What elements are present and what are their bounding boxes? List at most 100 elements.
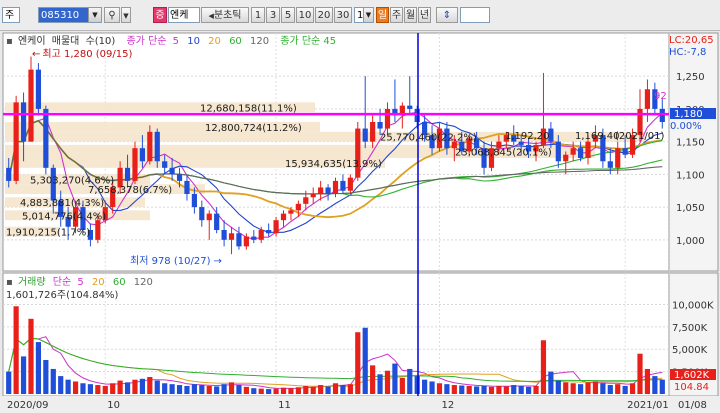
- volume-bar: [607, 385, 613, 394]
- volume-bar: [6, 371, 12, 394]
- volume-bar: [577, 384, 584, 394]
- tab-3[interactable]: 3: [266, 7, 280, 23]
- volume-bar: [87, 384, 94, 394]
- tab-label: 5: [284, 10, 292, 21]
- time-tick-label: 10: [107, 400, 120, 411]
- search-dropdown-button[interactable]: ▼: [121, 7, 131, 23]
- legend-ma5: 5: [173, 36, 179, 47]
- candle-body: [414, 108, 420, 122]
- legend-volume-title: 거래량: [18, 276, 46, 288]
- tab-year[interactable]: 년: [418, 7, 431, 23]
- legend-ma60: 60: [229, 36, 242, 47]
- code-input[interactable]: 085310 ▼: [38, 7, 102, 23]
- tab-10[interactable]: 10: [296, 7, 314, 23]
- tab-tick[interactable]: ◀분초틱: [201, 7, 249, 23]
- volume-bar: [95, 385, 101, 394]
- volume-bar: [459, 385, 465, 394]
- lc-info: LC:20,65: [669, 35, 714, 46]
- high-marker: ← 최고 1,280 (09/15): [32, 48, 132, 60]
- tab-30[interactable]: 30: [334, 7, 352, 23]
- volume-bar: [474, 386, 480, 394]
- volume-tick-label: 5,000K: [672, 345, 708, 356]
- candle-body: [644, 89, 651, 109]
- volume-bar: [563, 382, 569, 394]
- candle-body: [6, 167, 12, 181]
- volume-bar: [644, 368, 651, 394]
- candle-body: [355, 128, 361, 178]
- price-tick-label: 1,100: [676, 170, 705, 181]
- tab-label: 3: [269, 10, 277, 21]
- candle-body: [384, 108, 391, 129]
- price-tick-label: 1,000: [676, 236, 705, 247]
- volume-bar: [258, 388, 264, 394]
- count-input[interactable]: [460, 7, 490, 23]
- candle-body: [228, 233, 235, 240]
- volume-bar: [50, 368, 56, 394]
- candle-body: [169, 167, 175, 175]
- candle-body: [615, 148, 621, 168]
- chevron-down-icon[interactable]: ▼: [88, 8, 101, 22]
- candle-body: [362, 128, 368, 142]
- market-select[interactable]: 주: [2, 7, 20, 23]
- price-tick-label: 1,250: [676, 72, 705, 83]
- volume-bar: [251, 388, 257, 394]
- price-tick-label: 1,050: [676, 203, 705, 214]
- volume-bar: [347, 384, 353, 394]
- legend-stock: 엔케이: [18, 35, 46, 47]
- candle-body: [295, 203, 301, 211]
- volume-bar: [169, 384, 175, 394]
- volume-bar: [191, 384, 197, 394]
- candle-body: [273, 220, 279, 234]
- tab-day[interactable]: 일: [376, 7, 389, 23]
- stock-chart[interactable]: 12,680,158(11.1%) 12,800,724(11.2%) 25,770…: [0, 31, 720, 413]
- legend-ma-label: 종가 단순: [126, 35, 166, 47]
- volume-bar: [518, 385, 524, 394]
- candle-body: [325, 187, 331, 194]
- volume-bar: [488, 386, 495, 394]
- search-icon: ⚲: [108, 10, 116, 21]
- arrow-right-icon: →: [213, 256, 221, 267]
- stock-name-field: 엔케: [168, 7, 200, 23]
- volume-profile-label: 12,800,724(11.2%): [205, 123, 302, 134]
- tab-5[interactable]: 5: [281, 7, 295, 23]
- legend-ma45: 종가 단순 45: [280, 35, 336, 47]
- candle-body: [154, 131, 160, 162]
- volume-profile-label: 1,192,20: [505, 131, 550, 142]
- volume-bar: [43, 359, 49, 394]
- collapse-icon: ▪: [6, 36, 13, 47]
- candle-body: [303, 197, 309, 204]
- arrow-left-icon: ←: [32, 49, 40, 60]
- search-button[interactable]: ⚲: [104, 7, 120, 23]
- candle-body: [124, 167, 131, 181]
- current-volume-pct: 104.84: [674, 382, 709, 393]
- volume-bar: [511, 385, 517, 394]
- volume-bar: [436, 383, 443, 394]
- volume-bar: [370, 365, 376, 394]
- volume-bar: [503, 386, 509, 394]
- volume-profile-label: 23,068,845(20.1%): [455, 147, 552, 158]
- credit-badge: 증: [153, 7, 167, 23]
- volume-bar: [622, 385, 628, 394]
- volume-bar: [206, 385, 212, 394]
- chevron-down-icon[interactable]: ▼: [363, 8, 373, 22]
- candle-body: [258, 230, 264, 240]
- tab-1[interactable]: 1: [251, 7, 265, 23]
- updown-button[interactable]: ⇕: [436, 7, 458, 23]
- tab-20[interactable]: 20: [315, 7, 333, 23]
- volume-bar: [540, 340, 547, 394]
- volume-bar: [162, 383, 168, 394]
- tab-month[interactable]: 월: [404, 7, 417, 23]
- candle-body: [563, 154, 569, 162]
- volume-profile-label: 5,014,776(4.4%): [22, 211, 106, 222]
- candle-body: [28, 69, 34, 142]
- candle-body: [570, 148, 576, 155]
- tab-week[interactable]: 주: [390, 7, 403, 23]
- current-pct: 0.00%: [670, 121, 702, 132]
- tab-label: 월: [405, 10, 416, 21]
- period-select[interactable]: 1 ▼: [354, 7, 374, 23]
- volume-bar: [422, 379, 428, 394]
- tab-label: 10: [298, 10, 312, 21]
- volume-bar: [28, 318, 34, 394]
- volume-bar: [80, 383, 86, 394]
- volume-bar: [176, 385, 183, 394]
